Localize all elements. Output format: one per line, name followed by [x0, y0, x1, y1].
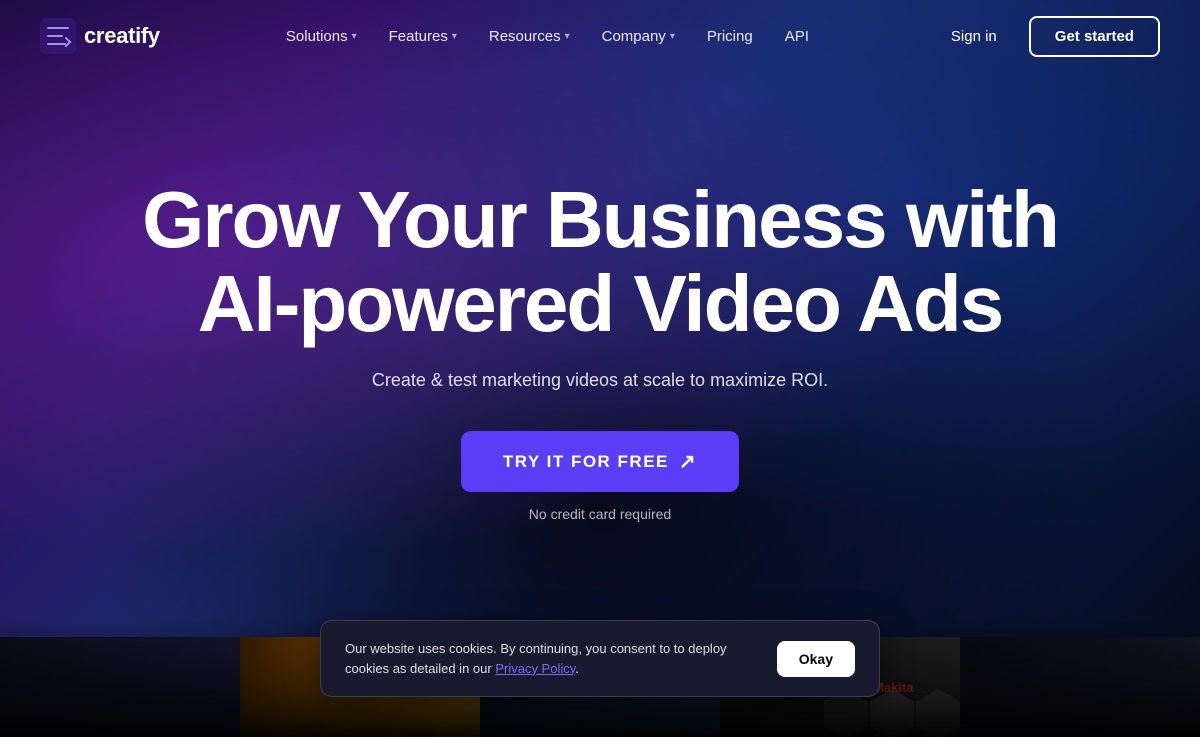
- nav-links: Solutions ▾ Features ▾ Resources ▾ Compa…: [272, 20, 823, 53]
- nav-actions: Sign in Get started: [935, 16, 1160, 57]
- logo-link[interactable]: creatify: [40, 18, 160, 54]
- navbar: creatify Solutions ▾ Features ▾ Resource…: [0, 0, 1200, 72]
- nav-company[interactable]: Company ▾: [588, 20, 689, 53]
- hero-subtitle: Create & test marketing videos at scale …: [372, 370, 828, 391]
- signin-button[interactable]: Sign in: [935, 20, 1013, 53]
- hero-section: Grow Your Business with AI-powered Video…: [0, 0, 1200, 640]
- logo-text: creatify: [84, 23, 160, 49]
- try-free-button[interactable]: TRY IT FOR FREE ↗: [461, 431, 739, 492]
- chevron-down-icon: ▾: [452, 31, 457, 42]
- get-started-button[interactable]: Get started: [1029, 16, 1160, 57]
- cookie-banner: Our website uses cookies. By continuing,…: [320, 620, 880, 697]
- nav-resources[interactable]: Resources ▾: [475, 20, 584, 53]
- nav-solutions[interactable]: Solutions ▾: [272, 20, 371, 53]
- nav-features[interactable]: Features ▾: [375, 20, 471, 53]
- chevron-down-icon: ▾: [565, 31, 570, 42]
- cookie-okay-button[interactable]: Okay: [777, 641, 855, 677]
- privacy-policy-link[interactable]: Privacy Policy: [495, 661, 575, 676]
- cookie-message: Our website uses cookies. By continuing,…: [345, 639, 757, 678]
- chevron-down-icon: ▾: [670, 31, 675, 42]
- nav-pricing[interactable]: Pricing: [693, 20, 767, 53]
- chevron-down-icon: ▾: [352, 31, 357, 42]
- creatify-logo-icon: [40, 18, 76, 54]
- arrow-icon: ↗: [679, 449, 697, 474]
- no-credit-label: No credit card required: [529, 506, 671, 522]
- hero-title: Grow Your Business with AI-powered Video…: [125, 178, 1075, 346]
- nav-api[interactable]: API: [771, 20, 823, 53]
